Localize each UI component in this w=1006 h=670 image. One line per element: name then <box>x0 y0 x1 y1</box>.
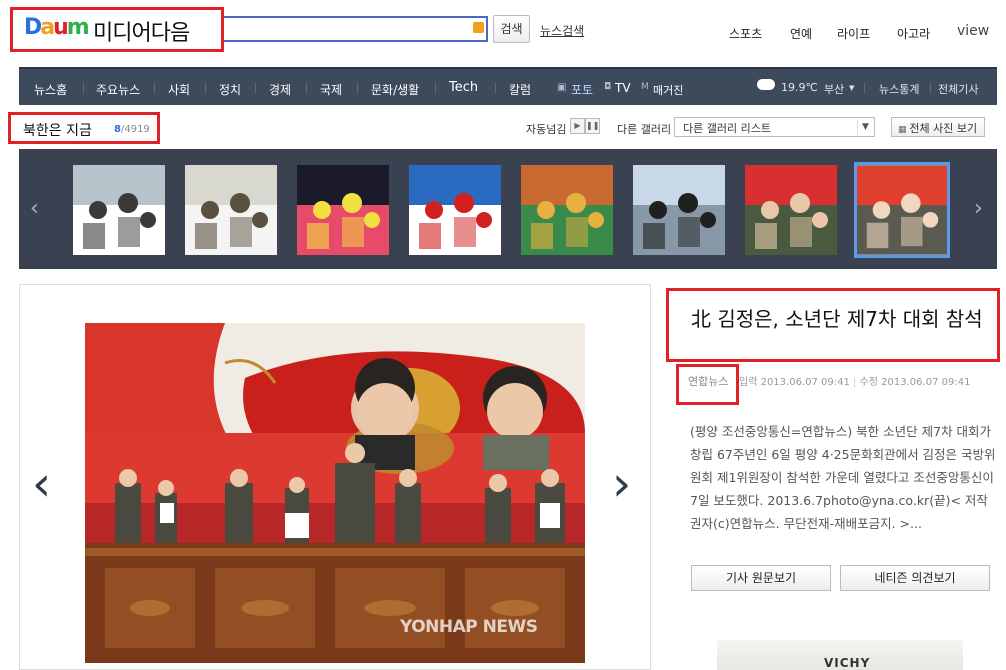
main-photo-image <box>85 323 585 663</box>
topnav-entertainment[interactable]: 연예 <box>790 25 812 42</box>
search-keyboard-icon[interactable] <box>473 22 484 33</box>
chevron-right-icon[interactable]: › <box>612 460 631 508</box>
topnav-view[interactable]: view <box>957 23 989 39</box>
news-search-link[interactable]: 뉴스검색 <box>540 22 584 39</box>
thumbnail-crowd-white-caps[interactable] <box>73 165 165 255</box>
view-all-photos-label: 전체 사진 보기 <box>909 122 978 135</box>
chevron-down-icon[interactable]: ▼ <box>857 119 873 135</box>
gnb-divider <box>357 82 358 94</box>
view-original-article-button[interactable]: 기사 원문보기 <box>691 565 831 591</box>
gnb-magazine[interactable]: 매거진 <box>653 82 683 98</box>
gnb-divider <box>83 82 84 94</box>
chevron-down-icon[interactable]: ▼ <box>849 84 854 92</box>
gnb-column[interactable]: 칼럼 <box>509 81 531 98</box>
gnb-tech[interactable]: Tech <box>449 80 478 95</box>
gnb-divider <box>255 82 256 94</box>
article-modified-date: 수정 2013.06.07 09:41 <box>859 377 971 388</box>
yonhap-watermark: YONHAP NEWS <box>400 617 538 637</box>
gnb-society[interactable]: 사회 <box>168 81 190 98</box>
photo-icon: ▣ <box>557 82 567 93</box>
topnav-sports[interactable]: 스포츠 <box>729 25 762 42</box>
weather-city-select[interactable]: 부산 <box>824 81 844 97</box>
chevron-left-icon[interactable]: ‹ <box>32 460 51 508</box>
gnb-photo[interactable]: 포토 <box>571 81 593 98</box>
search-button[interactable]: 검색 <box>493 15 530 43</box>
other-gallery-label: 다른 갤러리 <box>617 123 672 136</box>
thumbnail-officials-red[interactable] <box>745 165 837 255</box>
ad-brand-text: VICHY <box>824 656 871 670</box>
view-all-photos-button[interactable]: ▦ 전체 사진 보기 <box>891 117 985 137</box>
thumbnail-performance-tiger[interactable] <box>521 165 613 255</box>
thumbnail-performer-stage[interactable] <box>297 165 389 255</box>
article-input-date: 입력 2013.06.07 09:41 <box>739 377 850 388</box>
gnb-divider <box>495 82 496 94</box>
chevron-right-icon[interactable]: › <box>974 196 983 221</box>
play-icon[interactable]: ▶ <box>570 118 585 134</box>
grid-icon: ▦ <box>898 125 910 135</box>
magazine-icon: M <box>641 82 649 92</box>
gnb-culture[interactable]: 문화/생활 <box>371 81 419 98</box>
thumbnail-crowd-soldiers[interactable] <box>185 165 277 255</box>
topnav-agora[interactable]: 아고라 <box>897 25 930 42</box>
gnb-divider <box>205 82 206 94</box>
gnb-divider <box>930 82 931 94</box>
gnb-divider <box>435 82 436 94</box>
chevron-left-icon[interactable]: ‹ <box>30 196 39 221</box>
thumbnail-audience-blue[interactable] <box>409 165 501 255</box>
news-stats-link[interactable]: 뉴스통계 <box>879 81 919 97</box>
cloud-weather-icon <box>757 79 775 90</box>
highlight-box-logo <box>10 7 224 52</box>
weather-temperature: 19.9℃ <box>781 81 818 94</box>
gnb-news-home[interactable]: 뉴스홈 <box>34 81 67 98</box>
highlight-box-headline <box>666 288 1000 362</box>
thumbnail-stage-portraits[interactable] <box>854 162 950 258</box>
gnb-politics[interactable]: 정치 <box>219 81 241 98</box>
gnb-divider <box>306 82 307 94</box>
gnb-tv[interactable]: TV <box>615 81 631 95</box>
view-comments-button[interactable]: 네티즌 의견보기 <box>840 565 990 591</box>
other-gallery-select[interactable]: 다른 갤러리 리스트 <box>674 117 875 137</box>
pause-icon[interactable]: ❚❚ <box>585 118 600 134</box>
highlight-box-source <box>676 364 739 405</box>
thumbnail-gate-building[interactable] <box>633 165 725 255</box>
autoplay-label: 자동넘김 <box>526 123 567 136</box>
article-dates: 입력 2013.06.07 09:41 | 수정 2013.06.07 09:4… <box>739 377 971 388</box>
gnb-main-news[interactable]: 주요뉴스 <box>96 81 140 98</box>
gnb-divider <box>864 82 865 94</box>
article-summary: (평양 조선중앙통신=연합뉴스) 북한 소년단 제7차 대회가 창립 67주년인… <box>690 424 996 531</box>
all-articles-link[interactable]: 전체기사 <box>938 81 978 97</box>
gnb-economy[interactable]: 경제 <box>269 81 291 98</box>
main-photo <box>85 323 585 663</box>
main-navigation-bar: 뉴스홈 주요뉴스 사회 정치 경제 국제 문화/생활 Tech 칼럼 ▣ 포토 … <box>19 67 997 105</box>
gnb-divider <box>154 82 155 94</box>
topnav-life[interactable]: 라이프 <box>837 25 870 42</box>
highlight-box-gallery-title <box>8 112 160 144</box>
tv-icon: ◘ <box>604 82 612 92</box>
gnb-world[interactable]: 국제 <box>320 81 342 98</box>
thumbnail-filmstrip: ‹ › <box>19 149 997 269</box>
search-input[interactable] <box>224 16 488 42</box>
